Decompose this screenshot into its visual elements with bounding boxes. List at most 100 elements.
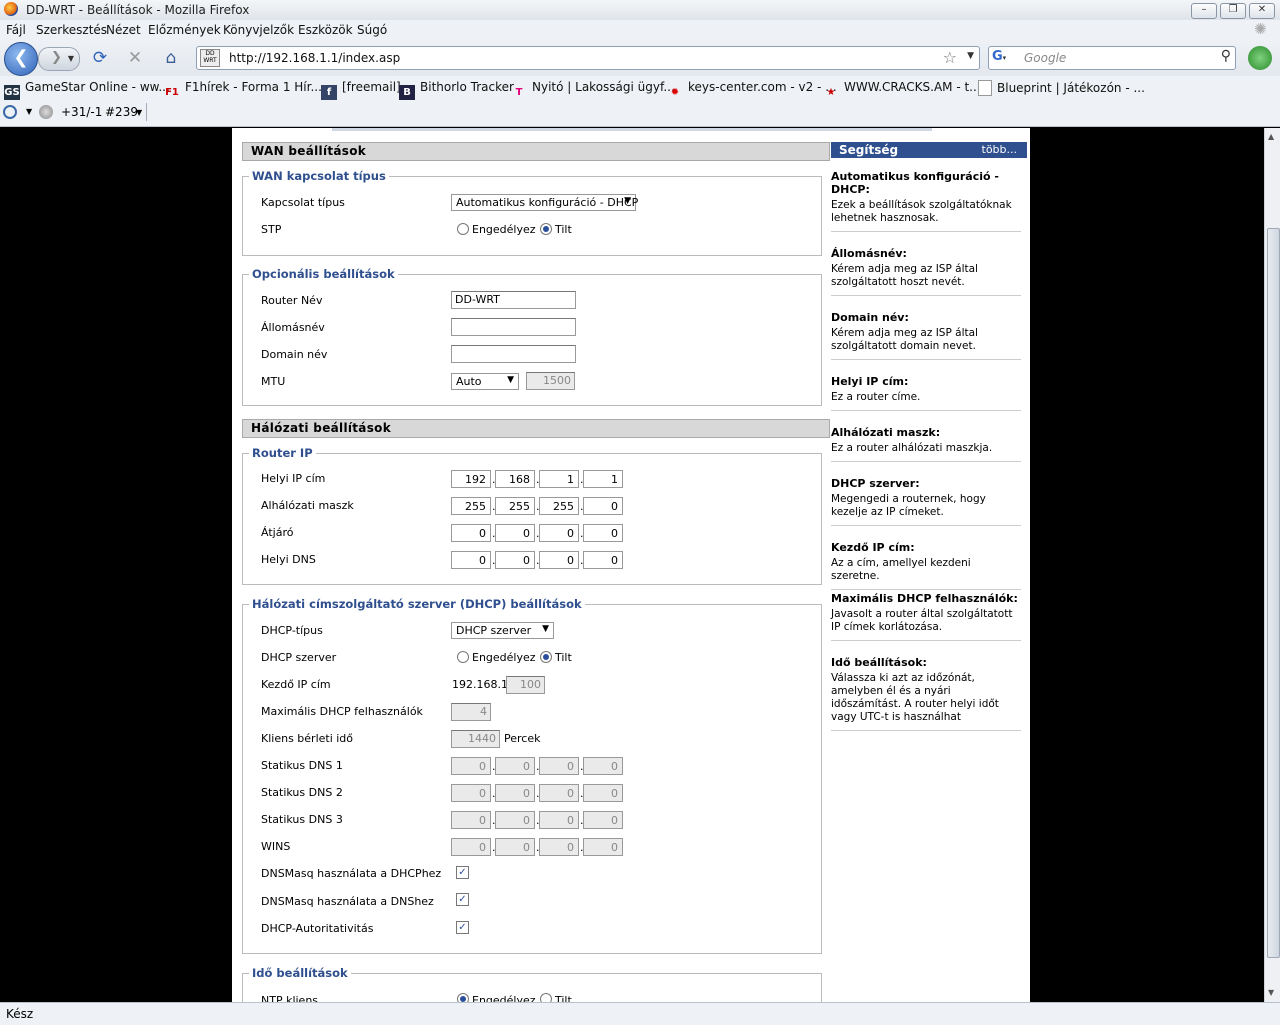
help-more-link[interactable]: több... <box>982 142 1018 158</box>
google-icon[interactable]: G▾ <box>992 49 1014 65</box>
connection-type-select[interactable]: Automatikus konfiguráció - DHCP ▼ <box>451 194 638 211</box>
addon-dropdown-icon[interactable]: ▼ <box>26 107 32 116</box>
scroll-down-icon[interactable]: ▼ <box>1268 988 1274 997</box>
menu-help[interactable]: Súgó <box>357 23 387 37</box>
start-ip-input[interactable]: 100 <box>506 676 545 694</box>
addon-globe-icon[interactable] <box>1248 46 1272 70</box>
bookmark-keys-center[interactable]: ✹ keys-center.com - v2 - ... <box>667 80 837 101</box>
stp-enable-radio[interactable] <box>457 223 469 235</box>
static-dns-2-octet-3[interactable]: 0 <box>539 784 579 802</box>
static-dns-2-octet-1[interactable]: 0 <box>451 784 491 802</box>
bookmark-bithorlo[interactable]: B Bithorlo Tracker <box>399 80 514 101</box>
dhcp-server-disable-radio[interactable] <box>540 651 552 663</box>
bookmark-gamestar[interactable]: GS GameStar Online - ww... <box>4 80 170 101</box>
page-scrollbar[interactable]: ▲ ▼ <box>1264 128 1280 1002</box>
wins-octet-4[interactable]: 0 <box>583 838 623 856</box>
help-item: Kezdő IP cím: Az a cím, amellyel kezdeni … <box>831 541 1021 590</box>
addon-rank[interactable]: +31/-1 <box>61 105 102 119</box>
gateway-octet-1[interactable]: 0 <box>451 524 491 542</box>
help-item: Alhálózati maszk: Ez a router alhálózati … <box>831 426 1021 462</box>
subnet-mask-octet-4[interactable]: 0 <box>583 497 623 515</box>
addon-count-dropdown-icon[interactable]: ▼ <box>136 108 142 117</box>
local-dns-octet-3[interactable]: 0 <box>539 551 579 569</box>
wins-octet-3[interactable]: 0 <box>539 838 579 856</box>
static-dns-2-octet-4[interactable]: 0 <box>583 784 623 802</box>
addon-count[interactable]: #239 <box>105 105 138 119</box>
static-dns-2-octet-2[interactable]: 0 <box>495 784 535 802</box>
gateway-octet-2[interactable]: 0 <box>495 524 535 542</box>
menu-edit[interactable]: Szerkesztés <box>36 23 107 37</box>
page-icon <box>978 80 992 96</box>
url-dropdown-icon[interactable]: ▼ <box>967 51 974 61</box>
local-ip-octet-2[interactable]: 168 <box>495 470 535 488</box>
static-dns-3-octet-1[interactable]: 0 <box>451 811 491 829</box>
static-dns-1-octet-3[interactable]: 0 <box>539 757 579 775</box>
static-dns-1-octet-4[interactable]: 0 <box>583 757 623 775</box>
subnet-mask-octet-2[interactable]: 255 <box>495 497 535 515</box>
static-dns-3-label: Statikus DNS 3 <box>261 813 343 826</box>
local-dns-octet-1[interactable]: 0 <box>451 551 491 569</box>
dnsmasq-dhcp-checkbox[interactable]: ✓ <box>456 866 469 879</box>
mtu-value-input[interactable]: 1500 <box>526 372 575 390</box>
stop-icon[interactable]: ✕ <box>124 47 146 69</box>
back-button[interactable]: ❮ <box>4 42 38 76</box>
static-dns-3-octet-2[interactable]: 0 <box>495 811 535 829</box>
menu-view[interactable]: Nézet <box>106 23 141 37</box>
bookmark-nyito[interactable]: T Nyitó | Lakossági ügyf... <box>511 80 675 101</box>
help-item-title: Domain név: <box>831 311 909 324</box>
forward-button[interactable]: ❯ ▼ <box>38 47 80 71</box>
bookmark-freemail[interactable]: f [freemail] <box>321 80 401 101</box>
scroll-up-icon[interactable]: ▲ <box>1268 132 1274 141</box>
static-dns-1-octet-1[interactable]: 0 <box>451 757 491 775</box>
search-bar[interactable]: G▾ Google ⚲ <box>988 46 1236 70</box>
menu-bookmarks[interactable]: Könyvjelzők <box>223 23 294 37</box>
menu-tools[interactable]: Eszközök <box>298 23 353 37</box>
local-ip-octet-4[interactable]: 1 <box>583 470 623 488</box>
address-bar[interactable]: DD WRT http://192.168.1.1/index.asp ☆ ▼ <box>196 46 980 70</box>
wins-octet-2[interactable]: 0 <box>495 838 535 856</box>
local-dns-octet-2[interactable]: 0 <box>495 551 535 569</box>
home-icon[interactable]: ⌂ <box>160 47 182 69</box>
mtu-mode-select[interactable]: Auto ▼ <box>451 373 519 390</box>
bookmark-blueprint[interactable]: Blueprint | Játékozón - ... <box>978 80 1145 96</box>
scrollbar-thumb[interactable] <box>1267 228 1280 958</box>
search-input[interactable]: Google <box>1024 51 1066 65</box>
max-dhcp-users-input[interactable]: 4 <box>451 703 491 721</box>
gateway-octet-4[interactable]: 0 <box>583 524 623 542</box>
subnet-mask-octet-3[interactable]: 255 <box>539 497 579 515</box>
dnsmasq-dns-checkbox[interactable]: ✓ <box>456 893 469 906</box>
dhcp-type-select[interactable]: DHCP szerver ▼ <box>451 622 554 639</box>
url-text[interactable]: http://192.168.1.1/index.asp <box>229 51 400 65</box>
dhcp-authoritative-checkbox[interactable]: ✓ <box>456 921 469 934</box>
bookmark-star-icon[interactable]: ☆ <box>943 48 957 67</box>
ntp-disable-radio[interactable] <box>540 993 552 1002</box>
close-button[interactable]: ✕ <box>1249 3 1275 19</box>
reload-icon[interactable]: ⟳ <box>89 47 111 69</box>
help-item-title: Idő beállítások: <box>831 656 927 669</box>
local-ip-octet-1[interactable]: 192 <box>451 470 491 488</box>
history-dropdown-icon[interactable]: ▼ <box>68 54 74 63</box>
lease-time-input[interactable]: 1440 <box>451 730 500 748</box>
wins-octet-1[interactable]: 0 <box>451 838 491 856</box>
subnet-mask-octet-1[interactable]: 255 <box>451 497 491 515</box>
maximize-button[interactable]: ❐ <box>1220 3 1246 19</box>
menu-history[interactable]: Előzmények <box>148 23 221 37</box>
static-dns-3-octet-3[interactable]: 0 <box>539 811 579 829</box>
domain-name-input[interactable] <box>451 345 576 363</box>
gateway-octet-3[interactable]: 0 <box>539 524 579 542</box>
addon-pagerank-icon[interactable] <box>3 105 17 119</box>
static-dns-1-octet-2[interactable]: 0 <box>495 757 535 775</box>
hostname-input[interactable] <box>451 318 576 336</box>
search-icon[interactable]: ⚲ <box>1221 48 1231 64</box>
local-ip-octet-3[interactable]: 1 <box>539 470 579 488</box>
ntp-enable-radio[interactable] <box>457 993 469 1002</box>
bookmark-cracks[interactable]: ★ WWW.CRACKS.AM - t... <box>823 80 981 101</box>
dhcp-server-enable-radio[interactable] <box>457 651 469 663</box>
static-dns-3-octet-4[interactable]: 0 <box>583 811 623 829</box>
bookmark-f1hirek[interactable]: F1 F1hírek - Forma 1 Hír... <box>164 80 322 101</box>
local-dns-octet-4[interactable]: 0 <box>583 551 623 569</box>
router-name-input[interactable]: DD-WRT <box>451 291 576 309</box>
stp-disable-radio[interactable] <box>540 223 552 235</box>
minimize-button[interactable]: – <box>1191 3 1217 19</box>
menu-file[interactable]: Fájl <box>6 23 26 37</box>
